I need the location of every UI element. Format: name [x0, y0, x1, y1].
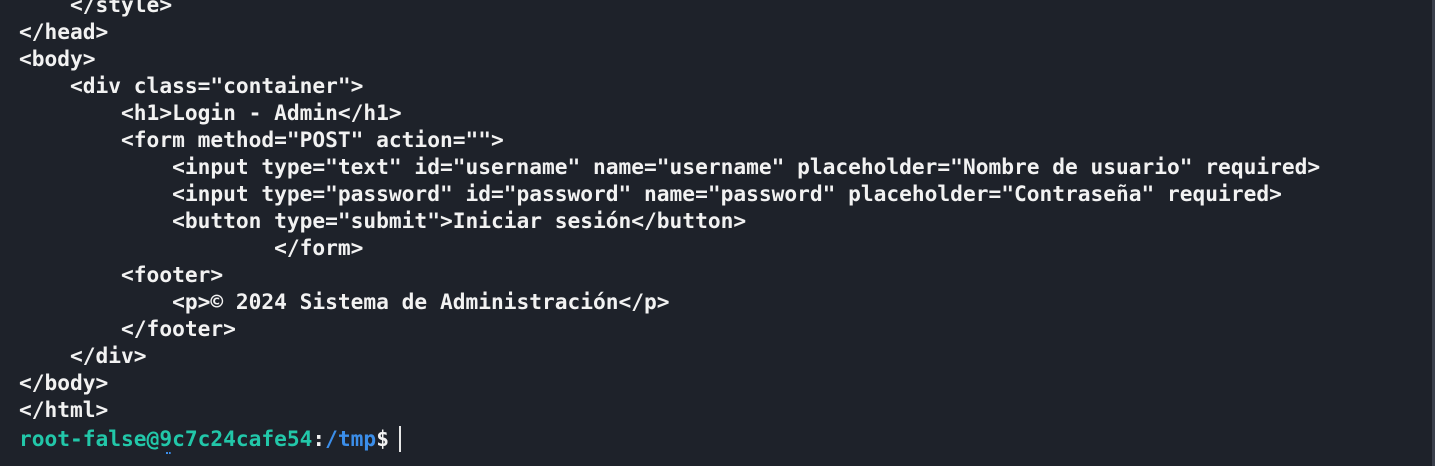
text-cursor[interactable] [398, 426, 401, 452]
output-line: <h1>Login - Admin</h1> [19, 100, 402, 125]
output-line: <div class="container"> [19, 73, 364, 98]
output-line: </footer> [19, 316, 236, 341]
output-line: <footer> [19, 262, 224, 287]
output-line: <p>© 2024 Sistema de Administración</p> [19, 289, 670, 314]
output-line: <body> [19, 46, 96, 71]
terminal-output: </style> </head> <body> <div class="cont… [19, 0, 1320, 423]
output-line: <input type="password" id="password" nam… [19, 181, 1282, 206]
output-line: </html> [19, 397, 109, 422]
shell-prompt[interactable]: root-false@9c7c24cafe54:/tmp $ [19, 425, 401, 453]
dotted-marker-icon [166, 452, 171, 458]
output-line: </head> [19, 19, 109, 44]
prompt-path: /tmp [325, 426, 377, 451]
output-line: </form> [19, 235, 364, 260]
prompt-symbol: $ [376, 426, 389, 451]
terminal-window[interactable]: </style> </head> <body> <div class="cont… [0, 0, 1435, 466]
output-line: </body> [19, 370, 109, 395]
output-line: <button type="submit">Iniciar sesión</bu… [19, 208, 747, 233]
output-line: </div> [19, 343, 147, 368]
output-line: <input type="text" id="username" name="u… [19, 154, 1321, 179]
output-line: <form method="POST" action=""> [19, 127, 504, 152]
output-line: </style> [19, 0, 173, 17]
prompt-user-host: root-false@9c7c24cafe54 [19, 426, 313, 451]
prompt-separator: : [312, 426, 326, 451]
